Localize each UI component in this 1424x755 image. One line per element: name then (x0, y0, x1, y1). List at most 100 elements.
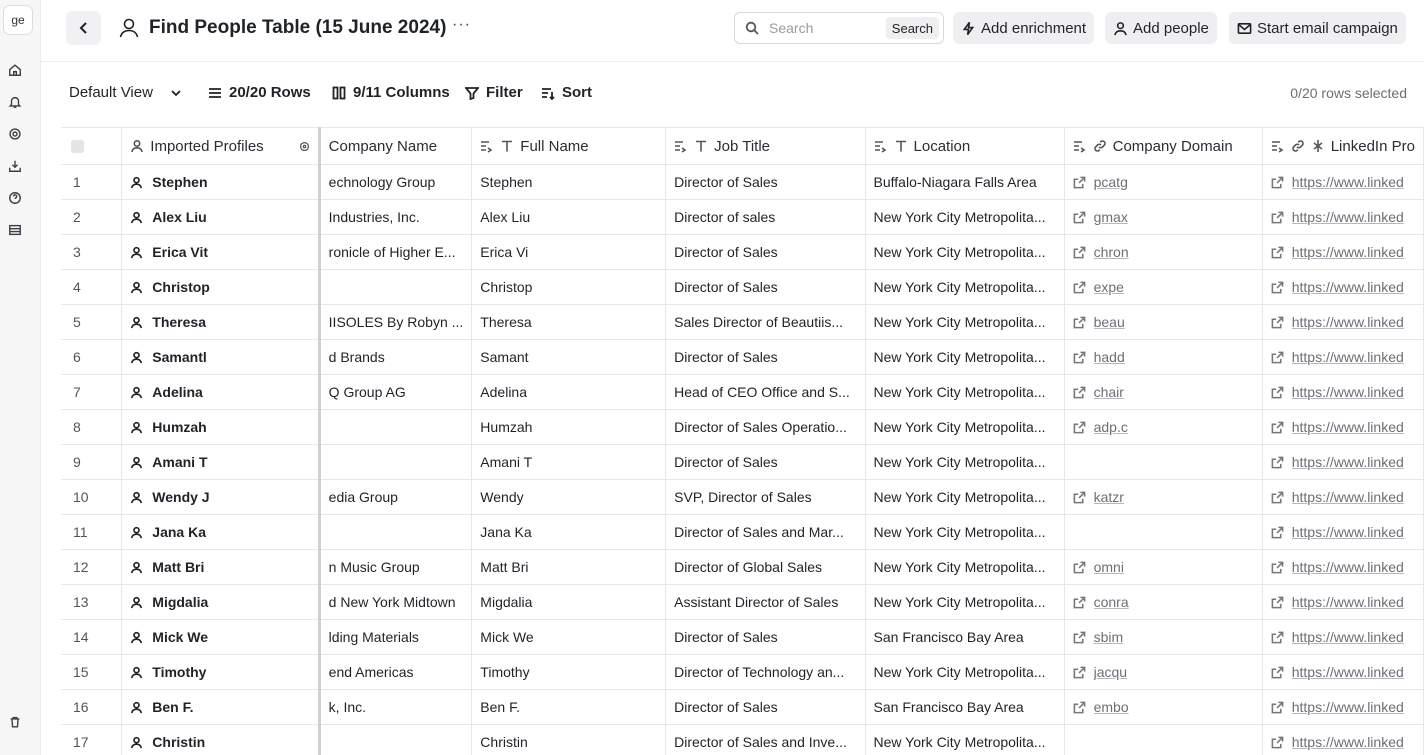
company-domain-cell[interactable]: beau (1064, 304, 1263, 340)
location-cell[interactable]: New York City Metropolita... (865, 234, 1065, 270)
imported-profile-cell[interactable]: Alex Liu (121, 199, 321, 235)
search-button[interactable]: Search (885, 17, 939, 39)
job-title-cell[interactable]: Director of sales (665, 199, 866, 235)
linkedin-link[interactable]: https://www.linked (1292, 209, 1404, 225)
table-row[interactable]: 15 Timothy end Americas Timothy Director of … (61, 654, 1424, 690)
table-row[interactable]: 11 Jana Ka Jana Ka Director of Sales and Ma… (61, 514, 1424, 550)
full-name-cell[interactable]: Timothy (471, 654, 667, 690)
linkedin-link[interactable]: https://www.linked (1292, 559, 1404, 575)
linkedin-cell[interactable]: https://www.linked (1262, 584, 1424, 620)
company-name-cell[interactable] (319, 409, 473, 445)
domain-link[interactable]: chron (1094, 244, 1129, 260)
linkedin-link[interactable]: https://www.linked (1292, 349, 1404, 365)
column-header-location[interactable]: Location (865, 127, 1065, 165)
full-name-cell[interactable]: Amani T (471, 444, 667, 480)
linkedin-link[interactable]: https://www.linked (1292, 594, 1404, 610)
location-cell[interactable]: New York City Metropolita... (865, 444, 1065, 480)
full-name-cell[interactable]: Jana Ka (471, 514, 667, 550)
linkedin-link[interactable]: https://www.linked (1292, 734, 1404, 750)
company-name-cell[interactable]: ronicle of Higher E... (319, 234, 473, 270)
linkedin-cell[interactable]: https://www.linked (1262, 444, 1424, 480)
gear-icon[interactable] (7, 126, 23, 142)
full-name-cell[interactable]: Humzah (471, 409, 667, 445)
columns-button[interactable]: 9/11 Columns (332, 84, 450, 101)
job-title-cell[interactable]: Director of Sales Operatio... (665, 409, 866, 445)
full-name-cell[interactable]: Christop (471, 269, 667, 305)
table-row[interactable]: 14 Mick We lding Materials Mick We Director … (61, 619, 1424, 655)
table-row[interactable]: 5 Theresa IISOLES By Robyn ... Theresa Sales… (61, 304, 1424, 340)
imported-profile-cell[interactable]: Christin (121, 724, 321, 755)
linkedin-link[interactable]: https://www.linked (1292, 454, 1404, 470)
company-name-cell[interactable]: lding Materials (319, 619, 473, 655)
table-row[interactable]: 17 Christin Christin Director of Sales and … (61, 724, 1424, 755)
domain-link[interactable]: pcatg (1094, 174, 1128, 190)
company-domain-cell[interactable]: jacqu (1064, 654, 1263, 690)
domain-link[interactable]: adp.c (1094, 419, 1128, 435)
table-row[interactable]: 12 Matt Bri n Music Group Matt Bri Director … (61, 549, 1424, 585)
imported-profile-cell[interactable]: Wendy J (121, 479, 321, 515)
location-cell[interactable]: New York City Metropolita... (865, 199, 1065, 235)
help-icon[interactable] (7, 190, 23, 206)
company-name-cell[interactable] (319, 514, 473, 550)
company-name-cell[interactable]: n Music Group (319, 549, 473, 585)
location-cell[interactable]: New York City Metropolita... (865, 374, 1065, 410)
domain-link[interactable]: omni (1094, 559, 1124, 575)
imported-profile-cell[interactable]: Erica Vit (121, 234, 321, 270)
linkedin-cell[interactable]: https://www.linked (1262, 269, 1424, 305)
job-title-cell[interactable]: Director of Technology an... (665, 654, 866, 690)
column-header-company-domain[interactable]: Company Domain (1064, 127, 1263, 165)
full-name-cell[interactable]: Christin (471, 724, 667, 755)
column-header-company-name[interactable]: Company Name (319, 127, 473, 165)
domain-link[interactable]: beau (1094, 314, 1125, 330)
table-row[interactable]: 3 Erica Vit ronicle of Higher E... Erica Vi… (61, 234, 1424, 270)
company-domain-cell[interactable]: embo (1064, 689, 1263, 725)
domain-link[interactable]: conra (1094, 594, 1129, 610)
column-header-job-title[interactable]: Job Title (665, 127, 866, 165)
domain-link[interactable]: embo (1094, 699, 1129, 715)
full-name-cell[interactable]: Adelina (471, 374, 667, 410)
job-title-cell[interactable]: Director of Sales (665, 164, 866, 200)
company-domain-cell[interactable]: gmax (1064, 199, 1263, 235)
download-icon[interactable] (7, 158, 23, 174)
linkedin-cell[interactable]: https://www.linked (1262, 304, 1424, 340)
job-title-cell[interactable]: Director of Sales (665, 234, 866, 270)
linkedin-link[interactable]: https://www.linked (1292, 489, 1404, 505)
company-domain-cell[interactable]: adp.c (1064, 409, 1263, 445)
imported-profile-cell[interactable]: Timothy (121, 654, 321, 690)
company-domain-cell[interactable]: chair (1064, 374, 1263, 410)
table-row[interactable]: 10 Wendy J edia Group Wendy SVP, Director of… (61, 479, 1424, 515)
full-name-cell[interactable]: Erica Vi (471, 234, 667, 270)
location-cell[interactable]: New York City Metropolita... (865, 724, 1065, 755)
workspace-badge[interactable]: ge (3, 5, 33, 35)
table-row[interactable]: 8 Humzah Humzah Director of Sales Operatio.… (61, 409, 1424, 445)
linkedin-cell[interactable]: https://www.linked (1262, 409, 1424, 445)
linkedin-link[interactable]: https://www.linked (1292, 419, 1404, 435)
location-cell[interactable]: New York City Metropolita... (865, 479, 1065, 515)
imported-profile-cell[interactable]: Adelina (121, 374, 321, 410)
linkedin-cell[interactable]: https://www.linked (1262, 514, 1424, 550)
back-button[interactable] (66, 11, 101, 45)
company-name-cell[interactable]: d New York Midtown (319, 584, 473, 620)
company-domain-cell[interactable] (1064, 444, 1263, 480)
company-name-cell[interactable]: IISOLES By Robyn ... (319, 304, 473, 340)
job-title-cell[interactable]: Director of Sales (665, 619, 866, 655)
company-name-cell[interactable]: d Brands (319, 339, 473, 375)
job-title-cell[interactable]: Director of Sales and Inve... (665, 724, 866, 755)
imported-profile-cell[interactable]: Amani T (121, 444, 321, 480)
linkedin-cell[interactable]: https://www.linked (1262, 619, 1424, 655)
company-name-cell[interactable]: edia Group (319, 479, 473, 515)
linkedin-cell[interactable]: https://www.linked (1262, 549, 1424, 585)
imported-profile-cell[interactable]: Humzah (121, 409, 321, 445)
column-header-imported-profiles[interactable]: Imported Profiles (121, 127, 321, 165)
table-row[interactable]: 4 Christop Christop Director of Sales New Yo… (61, 269, 1424, 305)
full-name-cell[interactable]: Matt Bri (471, 549, 667, 585)
table-row[interactable]: 16 Ben F. k, Inc. Ben F. Director of Sales Sa… (61, 689, 1424, 725)
linkedin-link[interactable]: https://www.linked (1292, 524, 1404, 540)
location-cell[interactable]: New York City Metropolita... (865, 514, 1065, 550)
company-domain-cell[interactable]: omni (1064, 549, 1263, 585)
location-cell[interactable]: New York City Metropolita... (865, 409, 1065, 445)
company-domain-cell[interactable] (1064, 514, 1263, 550)
company-name-cell[interactable] (319, 444, 473, 480)
location-cell[interactable]: New York City Metropolita... (865, 584, 1065, 620)
company-domain-cell[interactable]: hadd (1064, 339, 1263, 375)
